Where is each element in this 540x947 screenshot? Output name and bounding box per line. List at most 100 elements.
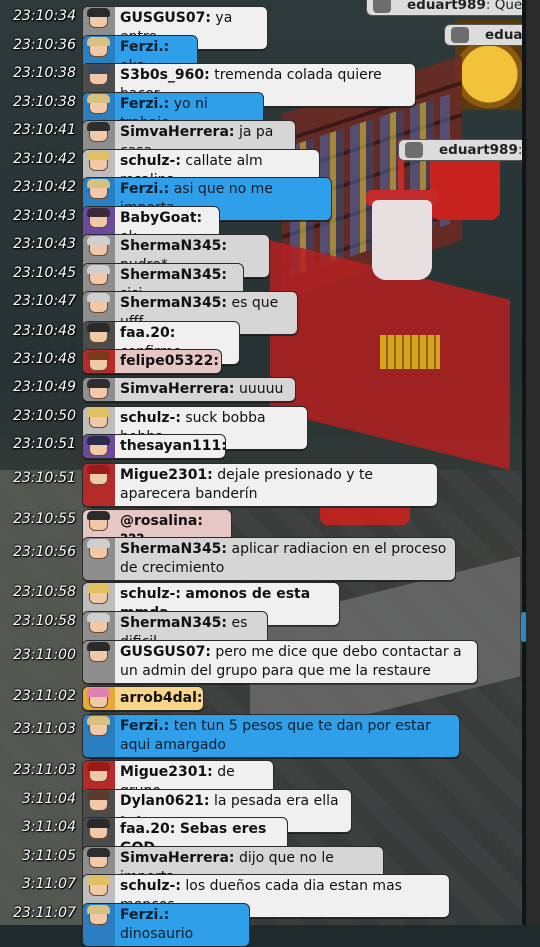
message-timestamp: 23:10:48 xyxy=(13,351,76,367)
avatar-hair xyxy=(87,436,110,445)
user-avatar-icon[interactable] xyxy=(83,378,115,401)
username[interactable]: BabyGoat: xyxy=(120,210,202,226)
avatar-hair xyxy=(87,408,110,417)
message-timestamp: 23:10:34 xyxy=(13,8,76,24)
username[interactable]: SimvaHerrera: xyxy=(120,850,235,866)
avatar-hair xyxy=(87,179,110,188)
username[interactable]: SimvaHerrera: xyxy=(120,381,235,397)
message-timestamp: 23:10:38 xyxy=(13,65,76,81)
message-timestamp: 3:11:05 xyxy=(22,848,76,864)
username[interactable]: ShermaN345: xyxy=(120,238,227,254)
message-timestamp: 23:11:02 xyxy=(13,688,76,704)
message-timestamp: 23:10:58 xyxy=(13,613,76,629)
user-avatar-icon[interactable] xyxy=(83,904,115,946)
username[interactable]: ShermaN345: xyxy=(120,541,227,557)
username[interactable]: SimvaHerrera: xyxy=(120,124,235,140)
username[interactable]: Migue2301: xyxy=(120,467,213,483)
avatar-hair xyxy=(87,791,110,800)
username[interactable]: Ferzi.: xyxy=(120,907,169,923)
username[interactable]: ShermaN345: xyxy=(120,615,227,631)
message-timestamp: 23:10:42 xyxy=(13,179,76,195)
username[interactable]: schulz-: xyxy=(120,153,181,169)
username[interactable]: ShermaN345: xyxy=(120,295,227,311)
avatar-hair xyxy=(87,848,110,857)
message-timestamp: 23:10:43 xyxy=(13,208,76,224)
message-timestamp: 3:11:07 xyxy=(22,876,76,892)
user-avatar-icon[interactable] xyxy=(83,538,115,580)
username[interactable]: Ferzi.: xyxy=(120,96,169,112)
chat-bubble[interactable]: SimvaHerrera: uuuuu xyxy=(82,377,296,402)
message-timestamp: 23:10:38 xyxy=(13,94,76,110)
avatar-hair xyxy=(87,876,110,885)
message-timestamp: 23:10:51 xyxy=(13,470,76,486)
avatar-hair xyxy=(87,236,110,245)
chat-bubble[interactable]: GUSGUS07: pero me dice que debo contacta… xyxy=(82,640,478,684)
message-timestamp: 23:10:42 xyxy=(13,151,76,167)
user-avatar-icon[interactable] xyxy=(83,464,115,506)
avatar-hair xyxy=(87,122,110,131)
message-timestamp: 23:10:55 xyxy=(13,511,76,527)
avatar-hair xyxy=(87,688,110,697)
username[interactable]: S3b0s_960: xyxy=(120,67,210,83)
message-timestamp: 3:11:04 xyxy=(22,819,76,835)
user-avatar-icon[interactable] xyxy=(83,687,115,710)
avatar-hair xyxy=(87,94,110,103)
avatar-hair xyxy=(87,37,110,46)
username[interactable]: arrob4dal: xyxy=(120,690,203,706)
avatar-hair xyxy=(87,819,110,828)
message-timestamp: 23:10:56 xyxy=(13,544,76,560)
username[interactable]: ShermaN345: xyxy=(120,267,227,283)
user-avatar-icon[interactable] xyxy=(83,435,115,458)
message-timestamp: 23:10:48 xyxy=(13,323,76,339)
username[interactable]: faa.20: xyxy=(120,325,175,341)
message-timestamp: 23:11:00 xyxy=(13,647,76,663)
avatar-hair xyxy=(87,642,110,651)
chat-bubble[interactable]: arrob4dal: xyxy=(82,686,204,711)
chat-bubble[interactable]: Ferzi.: dinosaurio xyxy=(82,903,250,947)
message-timestamp: 23:10:47 xyxy=(13,293,76,309)
avatar-hair xyxy=(87,151,110,160)
avatar-hair xyxy=(87,208,110,217)
username[interactable]: schulz-: xyxy=(120,410,181,426)
message-timestamp: 23:10:58 xyxy=(13,584,76,600)
user-avatar-icon[interactable] xyxy=(83,641,115,683)
chat-bubble[interactable]: thesayan111: xyxy=(82,434,227,459)
avatar-hair xyxy=(87,379,110,388)
chat-bubble[interactable]: Migue2301: dejale presionado y te aparec… xyxy=(82,463,438,507)
user-avatar-icon[interactable] xyxy=(83,715,115,757)
username[interactable]: GUSGUS07: xyxy=(120,10,211,26)
avatar-hair xyxy=(87,265,110,274)
message-timestamp: 3:11:04 xyxy=(22,791,76,807)
message-text: dinosaurio xyxy=(120,926,194,942)
username[interactable]: Ferzi.: xyxy=(120,181,169,197)
username[interactable]: thesayan111: xyxy=(120,438,227,454)
username[interactable]: felipe05322: xyxy=(120,353,219,369)
username[interactable]: schulz-: xyxy=(120,878,181,894)
username[interactable]: Ferzi.: xyxy=(120,39,169,55)
chat-log: 23:10:34GUSGUS07: ya entre23:10:36Ferzi.… xyxy=(0,0,540,947)
message-timestamp: 23:10:43 xyxy=(13,236,76,252)
avatar-hair xyxy=(87,351,110,360)
avatar-hair xyxy=(87,65,110,74)
username[interactable]: faa.20: xyxy=(120,821,175,837)
username[interactable]: Ferzi.: xyxy=(120,718,169,734)
avatar-hair xyxy=(87,584,110,593)
username[interactable]: Migue2301: xyxy=(120,764,213,780)
chat-bubble[interactable]: ShermaN345: aplicar radiacion en el proc… xyxy=(82,537,456,581)
message-timestamp: 23:10:49 xyxy=(13,379,76,395)
chat-bubble[interactable]: Ferzi.: ten tun 5 pesos que te dan por e… xyxy=(82,714,460,758)
avatar-hair xyxy=(87,716,110,725)
avatar-hair xyxy=(87,293,110,302)
avatar-hair xyxy=(87,8,110,17)
message-timestamp: 23:10:51 xyxy=(13,436,76,452)
message-timestamp: 23:10:50 xyxy=(13,408,76,424)
avatar-hair xyxy=(87,511,110,520)
user-avatar-icon[interactable] xyxy=(83,350,115,373)
username[interactable]: schulz-: xyxy=(120,586,181,602)
avatar-hair xyxy=(87,465,110,474)
message-text: uuuuu xyxy=(238,381,284,397)
username[interactable]: GUSGUS07: xyxy=(120,644,211,660)
username[interactable]: Dylan0621: xyxy=(120,793,210,809)
avatar-hair xyxy=(87,323,110,332)
chat-bubble[interactable]: felipe05322: xyxy=(82,349,222,374)
